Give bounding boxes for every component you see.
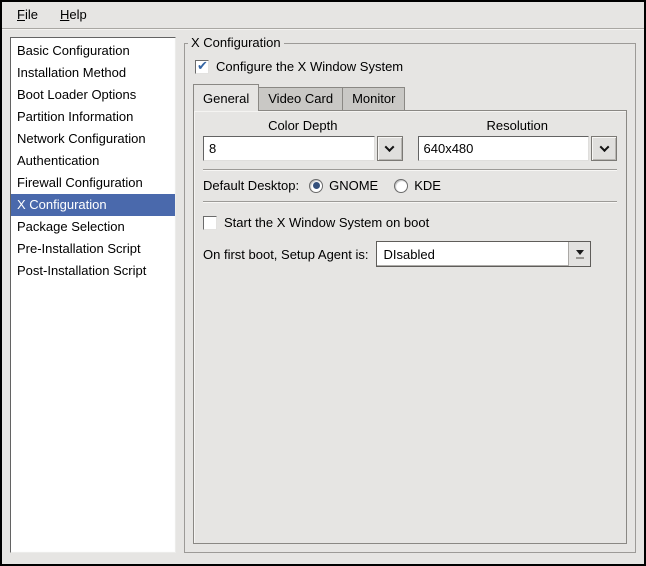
sidebar-item-installation-method[interactable]: Installation Method — [11, 62, 175, 84]
checkmark-icon: ✔ — [197, 58, 208, 74]
setup-agent-dropdown[interactable]: DIsabled — [376, 241, 591, 267]
sidebar-item-network-configuration[interactable]: Network Configuration — [11, 128, 175, 150]
tab-general[interactable]: General — [193, 84, 259, 111]
dropdown-arrow-icon — [576, 250, 584, 255]
start-x-checkbox-label: Start the X Window System on boot — [224, 215, 429, 230]
chevron-down-icon — [599, 142, 609, 152]
default-desktop-label: Default Desktop: — [203, 178, 299, 193]
radio-button-icon[interactable] — [394, 179, 408, 193]
setup-agent-value: DIsabled — [377, 242, 568, 266]
configure-x-checkbox-label: Configure the X Window System — [216, 59, 403, 74]
sidebar-item-authentication[interactable]: Authentication — [11, 150, 175, 172]
sidebar-item-pre-installation-script[interactable]: Pre-Installation Script — [11, 238, 175, 260]
chevron-down-icon — [385, 142, 395, 152]
default-desktop-row: Default Desktop: GNOME KDE — [203, 178, 617, 193]
radio-gnome-label: GNOME — [329, 178, 378, 193]
setup-agent-row: On first boot, Setup Agent is: DIsabled — [203, 241, 617, 267]
x-configuration-frame: X Configuration ✔ Configure the X Window… — [184, 43, 636, 553]
frame-title: X Configuration — [188, 35, 284, 50]
sidebar-item-package-selection[interactable]: Package Selection — [11, 216, 175, 238]
separator — [203, 169, 617, 171]
sidebar-item-partition-information[interactable]: Partition Information — [11, 106, 175, 128]
resolution-label: Resolution — [418, 118, 618, 133]
separator — [203, 201, 617, 203]
start-x-checkbox-row[interactable]: Start the X Window System on boot — [203, 215, 617, 230]
configure-x-checkbox[interactable]: ✔ — [195, 60, 209, 74]
menu-help[interactable]: Help — [49, 2, 98, 28]
color-depth-label: Color Depth — [203, 118, 403, 133]
sidebar-item-basic-configuration[interactable]: Basic Configuration — [11, 40, 175, 62]
desktop-radio-group: GNOME KDE — [309, 178, 457, 193]
menu-file[interactable]: File — [6, 2, 49, 28]
resolution-dropdown-button[interactable] — [591, 136, 617, 161]
sidebar-item-post-installation-script[interactable]: Post-Installation Script — [11, 260, 175, 282]
x-config-tabs: General Video Card Monitor — [193, 84, 627, 110]
sidebar-item-x-configuration[interactable]: X Configuration — [11, 194, 175, 216]
dropdown-arrow-bar-icon — [576, 257, 584, 259]
setup-agent-label: On first boot, Setup Agent is: — [203, 247, 368, 262]
radio-kde[interactable]: KDE — [394, 178, 441, 193]
category-list: Basic Configuration Installation Method … — [10, 37, 176, 553]
resolution-value[interactable]: 640x480 — [418, 136, 590, 161]
radio-kde-label: KDE — [414, 178, 441, 193]
resolution-column: Resolution 640x480 — [418, 118, 618, 161]
configure-x-checkbox-row[interactable]: ✔ Configure the X Window System — [195, 59, 627, 74]
setup-agent-dropdown-button[interactable] — [568, 242, 590, 266]
color-depth-dropdown-button[interactable] — [377, 136, 403, 161]
display-settings-row: Color Depth 8 Resolution 640x480 — [203, 118, 617, 161]
tab-monitor[interactable]: Monitor — [342, 87, 405, 110]
general-tab-page: Color Depth 8 Resolution 640x480 — [193, 110, 627, 544]
empty-space — [203, 267, 617, 536]
main-area: Basic Configuration Installation Method … — [2, 29, 644, 564]
sidebar-item-boot-loader-options[interactable]: Boot Loader Options — [11, 84, 175, 106]
menu-bar: File Help — [2, 2, 644, 29]
resolution-combo[interactable]: 640x480 — [418, 136, 618, 161]
color-depth-value[interactable]: 8 — [203, 136, 375, 161]
kickstart-configurator-window: File Help Basic Configuration Installati… — [0, 0, 646, 566]
sidebar-item-firewall-configuration[interactable]: Firewall Configuration — [11, 172, 175, 194]
tab-video-card[interactable]: Video Card — [258, 87, 343, 110]
color-depth-combo[interactable]: 8 — [203, 136, 403, 161]
color-depth-column: Color Depth 8 — [203, 118, 403, 161]
radio-gnome[interactable]: GNOME — [309, 178, 378, 193]
radio-button-icon[interactable] — [309, 179, 323, 193]
start-x-checkbox[interactable] — [203, 216, 217, 230]
radio-selected-dot — [313, 182, 320, 189]
